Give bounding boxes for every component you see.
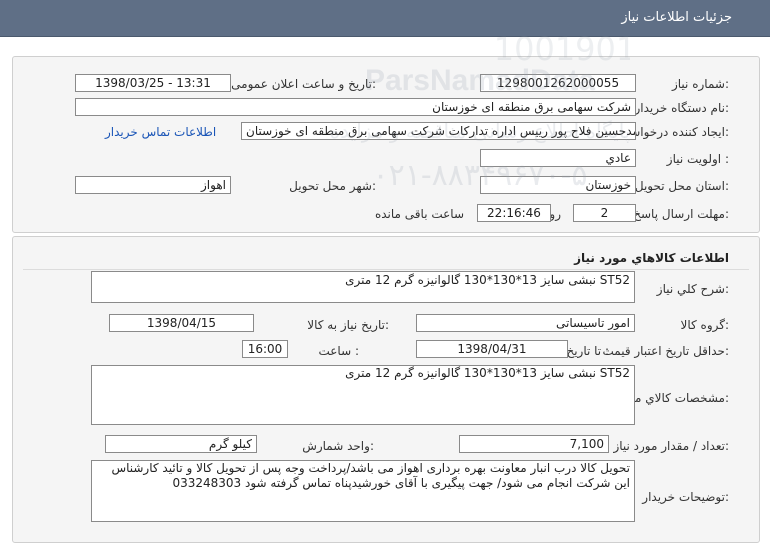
general-desc-label: شرح کلي نياز: xyxy=(656,282,729,296)
announce-datetime-label: تاریخ و ساعت اعلان عمومی: xyxy=(231,77,376,91)
specs-field: نبشی سایز 13*130*130 گالوانیزه گرم 12 مت… xyxy=(91,365,635,425)
general-desc-field: نبشی سایز 13*130*130 گالوانیزه گرم 12 مت… xyxy=(91,271,635,303)
priority-field: عادي xyxy=(480,149,636,167)
need-date-label: تاریخ نیاز به کالا: xyxy=(307,318,389,332)
buyer-contact-link[interactable]: اطلاعات تماس خریدار xyxy=(105,125,216,139)
price-hour-field: 16:00 xyxy=(242,340,288,358)
deadline-days-field: 2 xyxy=(573,204,636,222)
price-date-field: 1398/04/31 xyxy=(416,340,568,358)
deadline-label: مهلت ارسال پاسخ: xyxy=(633,207,729,221)
qty-field: 7,100 xyxy=(459,435,609,453)
need-number-field: 1298001262000055 xyxy=(480,74,636,92)
buyer-notes-label: توضیحات خریدار: xyxy=(642,490,729,504)
goods-group-label: گروه کالا: xyxy=(680,318,730,332)
requester-field: محمدحسین فلاح پور رییس اداره تدارکات شرک… xyxy=(241,122,636,140)
page-title: جزئیات اطلاعات نیاز xyxy=(621,10,732,25)
unit-label: واحد شمارش: xyxy=(302,439,374,453)
buyer-notes-field: تحویل کالا درب انبار معاونت بهره برداری … xyxy=(91,460,635,522)
goods-group-field: امور تاسیساتی xyxy=(416,314,635,332)
time-left-field: 22:16:46 xyxy=(477,204,551,222)
need-date-field: 1398/04/15 xyxy=(109,314,254,332)
buyer-org-field: شرکت سهامی برق منطقه ای خوزستان xyxy=(75,98,636,116)
page-header: جزئیات اطلاعات نیاز xyxy=(0,0,770,37)
buyer-org-label: نام دستگاه خریدار: xyxy=(634,101,730,115)
priority-label: اولویت نیاز : xyxy=(666,152,729,166)
to-date-label: تا تاریخ : xyxy=(566,344,609,358)
need-info-panel: شماره نیاز: 1298001262000055 تاریخ و ساع… xyxy=(12,56,760,233)
remaining-label: ساعت باقی مانده xyxy=(374,207,464,221)
goods-section-title: اطلاعات کالاهاي مورد نياز xyxy=(574,251,729,265)
price-validity-label: حداقل تاريخ اعتبار قيمت: xyxy=(602,344,729,358)
hour-label: ساعت : xyxy=(318,344,359,358)
section-divider xyxy=(23,269,749,270)
qty-label: تعداد / مقدار مورد نیاز: xyxy=(613,439,729,453)
goods-info-panel: اطلاعات کالاهاي مورد نياز شرح کلي نياز: … xyxy=(12,236,760,543)
announce-datetime-field: 1398/03/25 - 13:31 xyxy=(75,74,231,92)
need-number-label: شماره نیاز: xyxy=(671,77,729,91)
city-field: اهواز xyxy=(75,176,231,194)
province-field: خوزستان xyxy=(480,176,636,194)
city-label: شهر محل تحویل: xyxy=(289,179,376,193)
province-label: استان محل تحویل: xyxy=(634,179,729,193)
unit-field: کیلو گرم xyxy=(105,435,257,453)
